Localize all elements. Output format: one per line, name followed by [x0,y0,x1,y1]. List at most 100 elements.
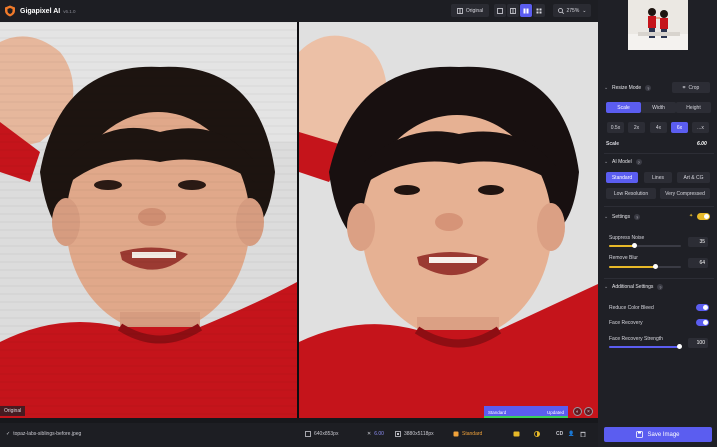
scale-option-0-5x[interactable]: 0.5x [607,122,624,133]
model-status-left: Standard [488,409,507,415]
remove-blur-handle[interactable] [653,264,658,269]
view-side-by-side-button[interactable] [520,4,532,17]
face-recovery-strength-input[interactable]: 100 [688,338,708,348]
face-recovery-strength-slider[interactable] [609,344,682,349]
tab-height[interactable]: Height [676,102,711,113]
help-icon[interactable]: ? [634,214,641,220]
model-icon [453,431,459,437]
chevron-down-icon: ⌄ [604,85,609,91]
file-name: topaz-labs-siblings-before.jpeg [13,431,82,437]
app-logo-icon [5,5,15,17]
compare-button[interactable]: ◐ [573,407,582,416]
crop-label: Crop [688,84,700,91]
model-lines-button[interactable]: Lines [644,172,672,183]
model-text: Standard [462,431,483,437]
compare-circle-icon: ◐ [575,408,580,415]
remove-blur-input[interactable]: 64 [688,258,708,268]
chevron-down-icon: ⌄ [604,159,609,165]
upscaled-image [299,22,598,418]
help-icon[interactable]: ? [635,159,642,165]
model-art-cg-button[interactable]: Art & CG [677,172,710,183]
original-toggle-button[interactable]: Original [451,4,489,17]
suppress-noise-label: Suppress Noise [609,235,645,241]
chevron-down-icon: ⌄ [604,284,609,290]
suppress-noise-slider[interactable] [609,243,681,248]
help-icon[interactable]: ? [645,85,652,91]
face-recovery-toggle[interactable] [696,319,709,326]
output-size-icon [395,431,401,437]
image-size-icon [305,431,311,437]
divider [604,153,714,154]
app-version: v6.1.0 [63,8,76,14]
reduce-color-bleed-label: Reduce Color Bleed [609,305,654,311]
zoom-icon [557,7,564,14]
app-title: Gigapixel AI [20,7,61,15]
tab-width[interactable]: Width [641,102,676,113]
scale-cross-icon: ✕ [367,431,372,437]
zoom-dropdown[interactable]: 275% ⌄ [553,4,591,17]
save-label: Save Image [647,431,680,438]
original-label: Original [465,7,484,14]
face-recovery-strength-handle[interactable] [677,344,682,349]
remove-blur-slider[interactable] [609,264,681,269]
face-recovery-strength-fill [609,346,681,348]
input-size-text: 640x853px [314,431,339,437]
cd-indicator[interactable]: CD [556,431,563,437]
save-icon [636,431,644,438]
remove-blur-fill [609,266,655,268]
scale-label: Scale [606,141,620,147]
file-entry[interactable]: ✓ topaz-labs-siblings-before.jpeg [6,431,81,437]
input-size: 640x853px [305,431,338,437]
reduce-color-bleed-toggle[interactable] [696,304,709,311]
crop-button[interactable]: ⌗ Crop [672,82,710,93]
original-image-view[interactable] [0,22,297,418]
view-grid-button[interactable] [533,4,545,17]
ai-model-header[interactable]: ⌄ AI Model ? [604,157,714,167]
additional-settings-header[interactable]: ⌄ Additional Settings ? [604,282,714,292]
view-single-button[interactable] [494,4,506,17]
person-icon: 👤 [568,431,575,437]
suppress-noise-handle[interactable] [632,243,637,248]
scale-option-4x[interactable]: 4x [650,122,667,133]
thumbnail-image [628,0,688,50]
suppress-noise-input[interactable]: 35 [688,237,708,247]
navigator-thumbnail[interactable] [628,0,688,50]
delete-button[interactable] [580,431,586,437]
upscaled-image-view[interactable] [299,22,598,418]
scale-value: 6.00 [697,141,707,147]
divider [604,206,714,207]
model-status-right: Updated [546,409,564,415]
model-standard-button[interactable]: Standard [606,172,638,183]
zoom-value: 275% [566,7,580,14]
output-size-text: 3880x5118px [404,431,434,437]
compare-icon [456,7,463,14]
model-low-resolution-button[interactable]: Low Resolution [606,188,656,199]
output-size: 3880x5118px [395,431,434,437]
view-split-button[interactable] [507,4,519,17]
trash-icon [580,431,586,437]
side-by-side-icon [523,8,529,13]
settings-auto-toggle[interactable] [697,213,710,220]
user-button[interactable]: 👤 [568,431,574,437]
close-icon: × [587,408,590,415]
resize-mode-label: Resize Mode [612,85,642,91]
grid-view-icon [536,8,542,13]
half-circle-icon [534,431,540,437]
settings-sidebar [598,0,717,447]
split-view-icon [510,7,516,14]
tab-scale[interactable]: Scale [606,102,641,113]
scale-option-2x[interactable]: 2x [628,122,645,133]
scale-indicator: ✕ 6.00 [367,431,384,437]
divider [604,278,714,279]
face-recovery-indicator[interactable] [513,431,520,437]
scale-option-custom[interactable]: ...x [692,122,709,133]
save-image-button[interactable]: Save Image [604,427,712,442]
help-icon[interactable]: ? [657,284,664,290]
model-indicator[interactable]: Standard [453,431,482,437]
face-recovery-label: Face Recovery [609,320,643,326]
original-tag: Original [0,406,26,416]
scale-option-6x[interactable]: 6x [671,122,688,133]
color-indicator[interactable] [534,431,540,437]
close-preview-button[interactable]: × [584,407,593,416]
model-very-compressed-button[interactable]: Very Compressed [660,188,710,199]
